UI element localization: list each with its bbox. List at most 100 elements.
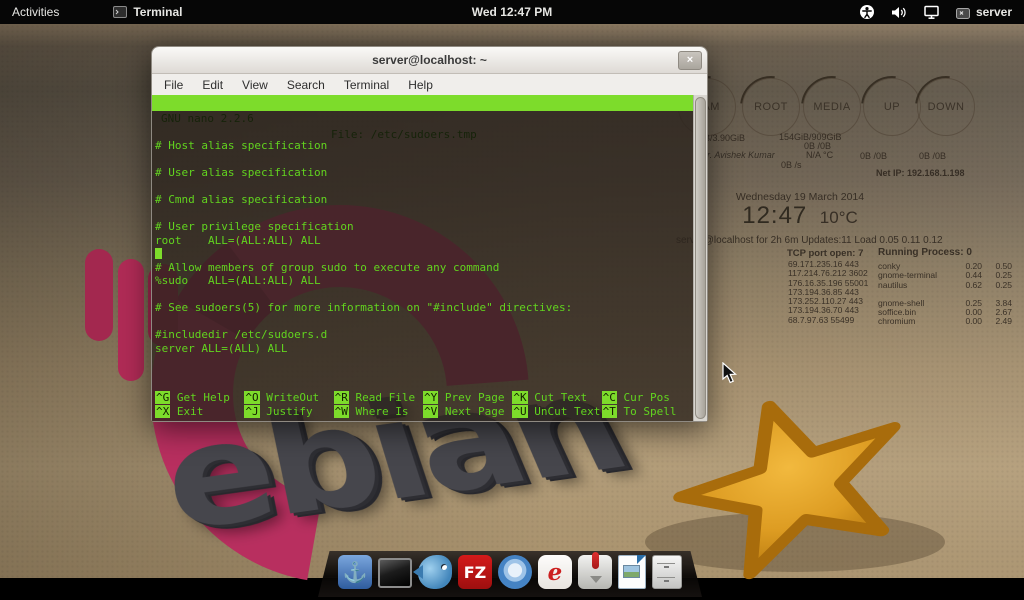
activities-button[interactable]: Activities: [0, 0, 71, 24]
shortcut-label: Cut Text: [534, 391, 587, 404]
shortcut-key: ^J: [244, 405, 259, 418]
nano-buffer: # Host alias specification # User alias …: [155, 112, 690, 355]
gauge-label: DOWN: [928, 101, 965, 113]
download-value: 0B /0B: [919, 151, 946, 161]
terminal-line: [155, 153, 690, 167]
gauge-ring: MEDIA: [803, 78, 861, 136]
filezilla-icon[interactable]: FZ: [458, 555, 492, 589]
terminal-line: # Cmnd alias specification: [155, 193, 690, 207]
terminal-dock-icon[interactable]: [378, 558, 412, 588]
window-title: server@localhost: ~: [372, 53, 487, 67]
process-name: nautilus: [878, 281, 954, 290]
tcp-title: TCP port open: 7: [787, 248, 863, 259]
evolution-icon[interactable]: e: [538, 555, 572, 589]
author-watermark: Er. Avishek Kumar: [701, 150, 775, 160]
terminal-line: [155, 112, 690, 126]
anchor-icon: ⚓: [343, 560, 368, 585]
shortcut-key: ^T: [602, 405, 617, 418]
shortcut-key: ^C: [602, 391, 617, 404]
nano-shortcut: ^W Where Is: [334, 405, 423, 418]
menu-item[interactable]: Terminal: [344, 78, 389, 92]
menu-item[interactable]: View: [242, 78, 268, 92]
gauge-label: UP: [884, 101, 900, 113]
shortcut-label: Where Is: [356, 405, 409, 418]
file-cabinet-icon[interactable]: [652, 555, 682, 589]
libreoffice-writer-icon[interactable]: [618, 555, 646, 589]
menu-item[interactable]: Search: [287, 78, 325, 92]
nano-shortcut: ^C Cur Pos: [602, 391, 691, 404]
process-name: conky: [878, 262, 954, 271]
bluefish-icon[interactable]: [418, 555, 452, 589]
process-cpu: 0.00: [954, 317, 982, 326]
rate-value: 0B /s: [781, 160, 802, 170]
status-area: server: [859, 4, 1024, 20]
gauge-label: MEDIA: [813, 101, 850, 113]
terminal-line: [155, 180, 690, 194]
process-title: Running Process: 0: [878, 247, 972, 258]
shortcut-key: ^X: [155, 405, 170, 418]
shortcut-key: ^U: [512, 405, 527, 418]
evolution-logo-text: e: [548, 559, 563, 586]
shortcut-key: ^V: [423, 405, 438, 418]
window-titlebar[interactable]: server@localhost: ~ ×: [152, 47, 707, 74]
process-row: chromium 0.00 2.49: [878, 317, 1016, 326]
chromium-icon[interactable]: [498, 555, 532, 589]
shortcut-label: Exit: [177, 405, 204, 418]
menu-item[interactable]: Edit: [202, 78, 223, 92]
shortcut-key: ^O: [244, 391, 259, 404]
menu-bar: File Edit View Search Terminal Help: [152, 74, 707, 95]
gauge-label: ROOT: [754, 101, 788, 113]
nano-shortcut: ^K Cut Text: [512, 391, 601, 404]
terminal-line: [155, 207, 690, 221]
docky-anchor-icon[interactable]: ⚓: [338, 555, 372, 589]
gauge-ring: UP: [863, 78, 921, 136]
terminal-line: #includedir /etc/sudoers.d: [155, 328, 690, 342]
nano-header-bar: GNU nano 2.2.6 File: /etc/sudoers.tmp: [152, 95, 694, 111]
user-menu[interactable]: server: [956, 5, 1012, 19]
nano-shortcut: ^T To Spell: [602, 405, 691, 418]
conky-weather-temp: 10°C: [820, 208, 858, 227]
nano-shortcut: ^J Justify: [244, 405, 333, 418]
terminal-line: [155, 126, 690, 140]
menu-item[interactable]: File: [164, 78, 183, 92]
shortcut-key: ^K: [512, 391, 527, 404]
process-list: conky 0.20 0.50 gnome-terminal 0.44 0.25…: [878, 262, 1016, 327]
shortcut-label: UnCut Text: [534, 405, 600, 418]
volume-icon[interactable]: [891, 5, 907, 20]
scrollbar[interactable]: [693, 95, 707, 421]
scrollbar-thumb[interactable]: [695, 97, 706, 419]
shortcut-label: Next Page: [445, 405, 505, 418]
terminal-line: %sudo ALL=(ALL:ALL) ALL: [155, 274, 690, 288]
process-name: gnome-terminal: [878, 271, 954, 280]
shortcut-label: Get Help: [177, 391, 230, 404]
terminal-line: [155, 315, 690, 329]
gauge-ring: DOWN: [917, 78, 975, 136]
accessibility-icon[interactable]: [859, 4, 875, 20]
shortcut-label: Read File: [356, 391, 416, 404]
shortcut-label: WriteOut: [266, 391, 319, 404]
dock: ⚓ FZ e: [318, 551, 702, 597]
conky-time: 12:47: [742, 202, 807, 229]
conky-time-row: 12:47 10°C: [700, 202, 900, 230]
terminal-screen[interactable]: GNU nano 2.2.6 File: /etc/sudoers.tmp # …: [152, 95, 707, 421]
shortcut-label: To Spell: [624, 405, 677, 418]
gauge-ring: ROOT: [742, 78, 800, 136]
close-button[interactable]: ×: [678, 51, 702, 70]
shortcut-label: Justify: [266, 405, 312, 418]
terminal-app-icon: [113, 6, 127, 18]
terminal-line: # Allow members of group sudo to execute…: [155, 261, 690, 275]
nano-shortcut: ^Y Prev Page: [423, 391, 512, 404]
process-cpu: 0.62: [954, 281, 982, 290]
terminal-line: [155, 247, 690, 261]
temp-value: N/A °C: [806, 150, 833, 160]
nano-shortcut: ^G Get Help: [155, 391, 244, 404]
app-menu[interactable]: Terminal: [113, 5, 182, 19]
process-mem: 2.49: [982, 317, 1012, 326]
transmission-icon[interactable]: [578, 555, 612, 589]
top-bar: Activities Terminal Wed 12:47 PM: [0, 0, 1024, 24]
nano-shortcut: ^V Next Page: [423, 405, 512, 418]
shortcut-key: ^Y: [423, 391, 438, 404]
display-icon[interactable]: [923, 4, 940, 20]
terminal-line: # Host alias specification: [155, 139, 690, 153]
menu-item[interactable]: Help: [408, 78, 433, 92]
